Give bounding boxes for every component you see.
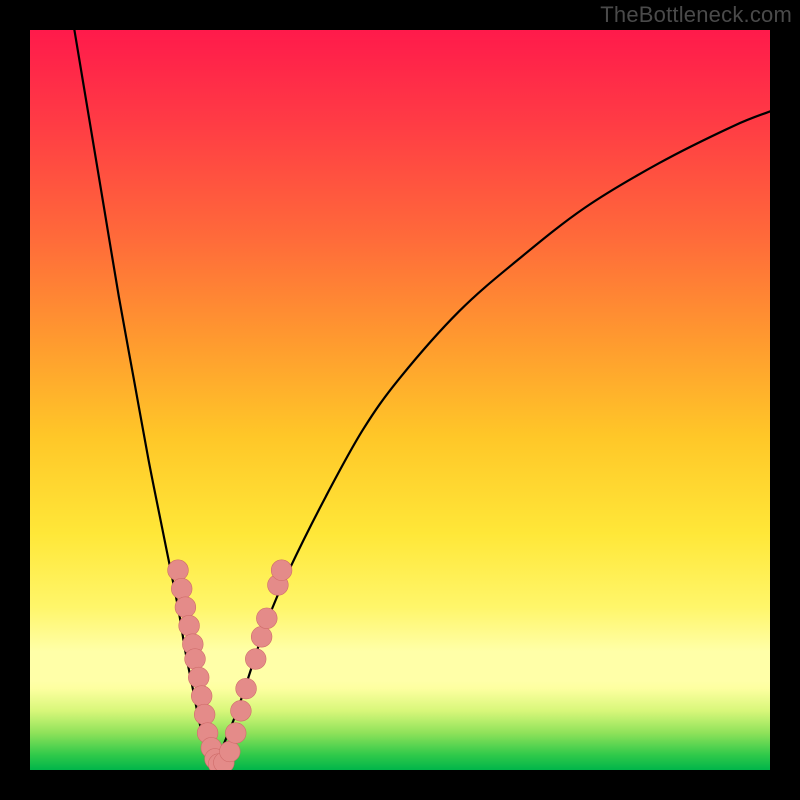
attribution-label: TheBottleneck.com <box>600 2 792 28</box>
bottleneck-curve-right <box>215 111 770 770</box>
data-marker <box>205 749 226 770</box>
bottleneck-curve-left <box>74 30 215 770</box>
data-marker <box>168 560 189 581</box>
data-marker <box>179 615 200 636</box>
data-marker <box>245 649 266 670</box>
data-marker <box>191 686 212 707</box>
data-marker <box>225 723 246 744</box>
data-marker <box>175 597 196 618</box>
plot-area <box>30 30 770 770</box>
curve-layer <box>30 30 770 770</box>
data-marker <box>251 626 272 647</box>
data-marker <box>231 700 252 721</box>
data-marker <box>214 752 235 770</box>
data-marker <box>236 678 257 699</box>
chart-frame: TheBottleneck.com <box>0 0 800 800</box>
data-marker <box>208 754 229 770</box>
data-marker <box>268 575 289 596</box>
data-marker <box>194 704 215 725</box>
data-marker <box>182 634 203 655</box>
data-marker <box>188 667 209 688</box>
data-marker <box>197 723 218 744</box>
data-marker <box>271 560 292 581</box>
data-marker <box>201 737 222 758</box>
data-marker <box>185 649 206 670</box>
data-marker <box>219 741 240 762</box>
data-marker <box>171 578 192 599</box>
data-marker <box>256 608 277 629</box>
marker-group <box>168 560 292 770</box>
